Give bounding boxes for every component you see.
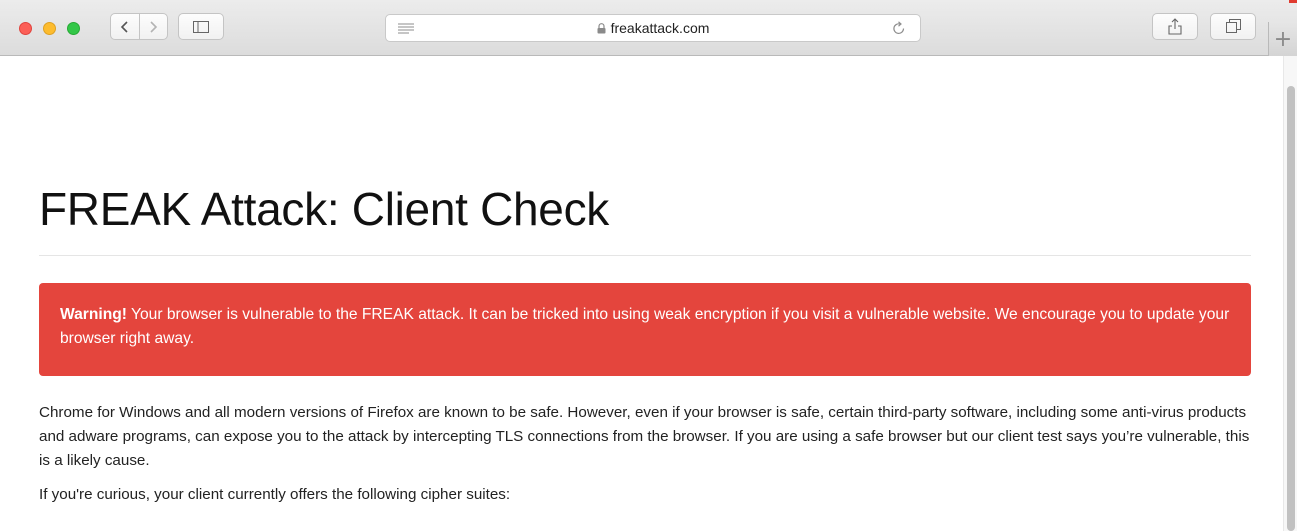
safety-paragraph: Chrome for Windows and all modern versio… xyxy=(39,404,1250,469)
back-button[interactable] xyxy=(111,14,139,39)
zoom-window-button[interactable] xyxy=(67,22,80,35)
lock-icon xyxy=(597,22,606,34)
page-scrollbar[interactable] xyxy=(1283,56,1297,531)
sidebar-button[interactable] xyxy=(178,13,224,40)
reader-icon[interactable] xyxy=(398,23,414,34)
title-divider xyxy=(39,255,1251,256)
share-button[interactable] xyxy=(1152,13,1198,40)
share-icon xyxy=(1168,18,1182,35)
tabs-icon xyxy=(1225,19,1241,33)
show-tabs-button[interactable] xyxy=(1210,13,1256,40)
sidebar-icon xyxy=(193,20,209,33)
plus-icon: + xyxy=(1273,26,1293,52)
vulnerability-alert: Warning! Your browser is vulnerable to t… xyxy=(39,283,1251,376)
alert-message: Your browser is vulnerable to the FREAK … xyxy=(60,306,1230,347)
url-text: freakattack.com xyxy=(610,20,710,36)
alert-label: Warning! xyxy=(60,306,127,323)
new-tab-button[interactable]: + xyxy=(1268,22,1297,56)
reload-icon[interactable] xyxy=(892,20,906,36)
scrollbar-thumb[interactable] xyxy=(1287,86,1295,531)
window-edge-marker xyxy=(1289,0,1297,3)
forward-button[interactable] xyxy=(138,14,168,39)
cipher-suites-intro: If you're curious, your client currently… xyxy=(39,486,511,503)
minimize-window-button[interactable] xyxy=(43,22,56,35)
address-bar[interactable]: freakattack.com xyxy=(385,14,921,42)
browser-toolbar: freakattack.com xyxy=(0,0,1297,56)
navigation-buttons xyxy=(110,13,168,40)
close-window-button[interactable] xyxy=(19,22,32,35)
chevron-left-icon xyxy=(120,20,128,33)
page-title: FREAK Attack: Client Check xyxy=(39,183,609,235)
chevron-right-icon xyxy=(150,20,158,33)
